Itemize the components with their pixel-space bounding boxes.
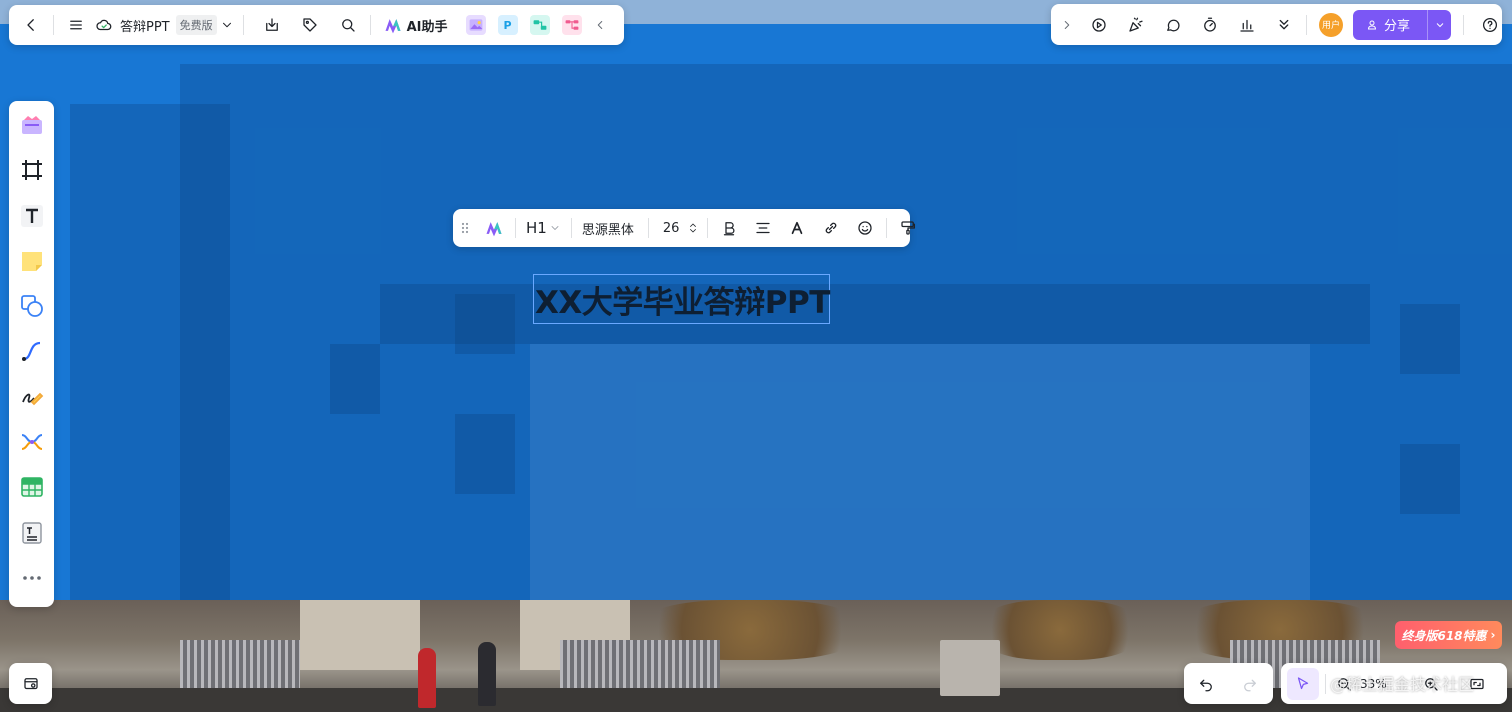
select-tool-icon[interactable] xyxy=(1287,667,1319,700)
align-center-icon[interactable] xyxy=(748,212,778,244)
font-size-stepper-icon[interactable] xyxy=(685,212,701,244)
link-icon[interactable] xyxy=(816,212,846,244)
window-3 xyxy=(330,344,380,414)
mindmap-app-icon[interactable] xyxy=(561,15,582,35)
connector-icon[interactable] xyxy=(14,333,50,369)
undo-icon[interactable] xyxy=(1190,668,1222,700)
redo-icon[interactable] xyxy=(1234,668,1266,700)
drag-handle-icon[interactable] xyxy=(457,212,473,244)
sticky-note-icon[interactable] xyxy=(14,243,50,279)
chevron-down-icon xyxy=(551,226,559,230)
document-title[interactable]: 答辩PPT xyxy=(120,16,170,35)
menu-icon[interactable] xyxy=(60,9,92,41)
divider xyxy=(369,15,371,35)
plan-badge[interactable]: 免费版 xyxy=(175,15,217,35)
share-button[interactable]: 分享 xyxy=(1353,9,1451,40)
promo-banner[interactable]: 终身版618特惠 › xyxy=(1395,621,1502,649)
heading-select[interactable]: H1 xyxy=(522,212,565,244)
text-color-icon[interactable] xyxy=(782,212,812,244)
add-user-icon xyxy=(1367,20,1377,29)
share-label: 分享 xyxy=(1384,19,1411,34)
divider xyxy=(53,15,54,35)
history-controls xyxy=(1184,663,1273,704)
font-size-input[interactable]: 26 xyxy=(663,221,680,236)
template-icon[interactable] xyxy=(14,107,50,143)
window-2 xyxy=(455,414,515,494)
pen-icon[interactable] xyxy=(14,379,50,415)
map-button[interactable] xyxy=(9,663,52,704)
flow-app-icon[interactable] xyxy=(529,15,550,35)
expand-right-icon[interactable] xyxy=(1055,9,1079,41)
promo-label: 终身版618特惠 xyxy=(1401,628,1487,643)
font-family-select[interactable]: 思源黑体 xyxy=(582,219,634,238)
ai-assistant-label: AI助手 xyxy=(406,19,448,35)
chevron-down-icon xyxy=(1436,22,1443,27)
shape-icon[interactable] xyxy=(14,288,50,324)
top-left-toolbar: 答辩PPT 免费版 AI助手 P xyxy=(9,5,624,45)
format-painter-icon[interactable] xyxy=(893,212,923,244)
presentation-app-icon[interactable]: P xyxy=(497,15,518,35)
ai-assistant-button[interactable]: AI助手 xyxy=(377,9,454,41)
table-icon[interactable] xyxy=(14,469,50,505)
tag-icon[interactable] xyxy=(294,9,326,41)
divider xyxy=(1463,14,1464,35)
stats-icon[interactable] xyxy=(1231,9,1263,41)
minimap-icon[interactable] xyxy=(15,668,47,700)
comment-icon[interactable] xyxy=(1157,9,1189,41)
divider xyxy=(570,218,572,238)
divider xyxy=(707,218,709,238)
text-format-toolbar: H1 思源黑体 26 xyxy=(453,209,916,247)
divider xyxy=(242,15,244,35)
back-icon[interactable] xyxy=(15,9,47,41)
top-right-toolbar: 用户 分享 xyxy=(1051,4,1502,45)
gate-opening xyxy=(530,344,1310,600)
more-icon[interactable] xyxy=(14,560,50,596)
mindmap-icon[interactable] xyxy=(14,424,50,460)
gate-beam xyxy=(380,284,1370,344)
celebrate-icon[interactable] xyxy=(1120,9,1152,41)
retractable-gate-mid xyxy=(560,640,720,692)
collapse-icon[interactable] xyxy=(1268,9,1300,41)
window-5 xyxy=(1400,444,1460,514)
frame-icon[interactable] xyxy=(14,152,50,188)
chevron-down-icon[interactable] xyxy=(217,9,237,41)
divider xyxy=(886,218,888,238)
retractable-gate-left xyxy=(180,640,300,692)
window-1 xyxy=(455,294,515,354)
share-main[interactable]: 分享 xyxy=(1353,15,1427,34)
building-wing-left xyxy=(70,104,230,600)
doc-icon[interactable] xyxy=(14,515,50,551)
image-app-icon[interactable] xyxy=(465,15,486,35)
chevron-right-icon: › xyxy=(1490,628,1496,642)
play-icon[interactable] xyxy=(1083,9,1115,41)
tool-rail xyxy=(9,101,54,607)
emoji-icon[interactable] xyxy=(850,212,880,244)
person-red xyxy=(418,648,436,708)
slide-title-textbox[interactable]: XX大学毕业答辩PPT xyxy=(533,274,830,324)
bold-icon[interactable] xyxy=(714,212,744,244)
cloud-icon xyxy=(92,9,116,41)
guard-booth xyxy=(940,640,1000,696)
pillar-left xyxy=(300,600,420,670)
watermark: @稀土掘金技术社区 xyxy=(1330,675,1475,694)
collapse-left-icon[interactable] xyxy=(588,9,612,41)
person-dark xyxy=(478,642,496,706)
divider xyxy=(647,218,649,238)
download-icon[interactable] xyxy=(256,9,288,41)
timer-icon[interactable] xyxy=(1194,9,1226,41)
share-dropdown[interactable] xyxy=(1427,9,1451,40)
ai-write-icon[interactable] xyxy=(479,212,509,244)
divider xyxy=(1306,14,1307,35)
window-4 xyxy=(1400,304,1460,374)
text-icon[interactable] xyxy=(14,198,50,234)
heading-level: H1 xyxy=(526,219,547,237)
tree-2 xyxy=(980,600,1140,660)
search-icon[interactable] xyxy=(332,9,364,41)
divider xyxy=(515,218,516,238)
help-icon[interactable] xyxy=(1474,9,1506,41)
avatar[interactable]: 用户 xyxy=(1319,12,1343,37)
divider xyxy=(1325,673,1326,694)
